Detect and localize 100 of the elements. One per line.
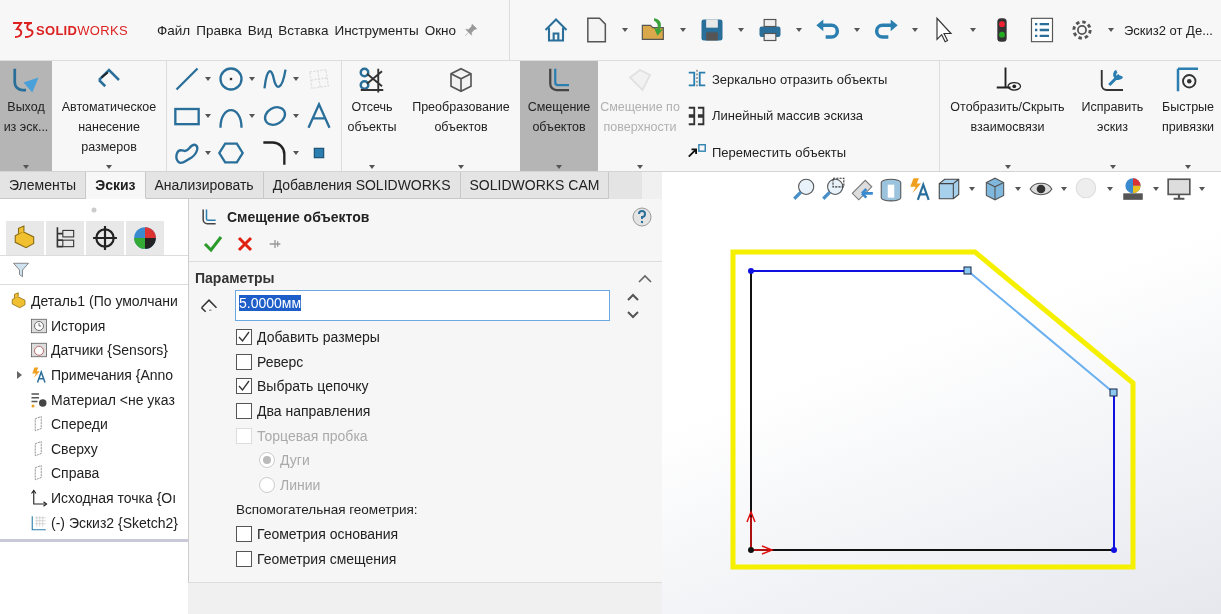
zoom-fit-icon xyxy=(791,176,817,202)
ribbon-tab[interactable]: Эскиз xyxy=(86,172,146,199)
tree-item[interactable]: История xyxy=(26,316,106,335)
caret-icon[interactable] xyxy=(293,77,299,82)
checkbox[interactable]: Два направления xyxy=(236,398,662,424)
checkbox[interactable]: Реверс xyxy=(236,349,662,375)
circle-tool-button[interactable] xyxy=(217,65,245,94)
ribbon-button[interactable]: Исправить эскиз xyxy=(1075,61,1150,171)
tree-item[interactable]: Примечания {Anno xyxy=(26,366,174,385)
ribbon-button[interactable]: Преобразование объектов xyxy=(402,61,520,171)
ribbon-list-item[interactable]: Зеркально отразить объекты xyxy=(686,68,939,91)
tree-item[interactable]: Спереди xyxy=(26,415,108,434)
caret-icon[interactable] xyxy=(1015,187,1021,191)
tree-item[interactable]: Материал <не указ xyxy=(26,390,175,409)
text-tool-button[interactable] xyxy=(305,102,333,130)
caret-icon[interactable] xyxy=(969,187,975,191)
collapse-icon[interactable] xyxy=(638,273,652,283)
ribbon-button[interactable]: Смещение объектов xyxy=(520,61,598,171)
caret-icon[interactable] xyxy=(1004,165,1011,169)
caret-icon[interactable] xyxy=(293,150,299,155)
close-icon[interactable] xyxy=(237,236,253,252)
caret-icon[interactable] xyxy=(205,114,211,118)
menu-item[interactable]: Вид xyxy=(247,22,273,38)
ribbon-list-item[interactable]: Переместить объекты xyxy=(686,141,939,164)
monitor-icon xyxy=(1166,176,1192,202)
tree-item[interactable]: Деталь1 (По умолчани xyxy=(0,289,188,314)
document-title: Эскиз2 от Де... xyxy=(1124,22,1213,38)
caret-icon[interactable] xyxy=(458,165,464,169)
checkbox[interactable]: Добавить размеры xyxy=(236,325,662,350)
caret-icon[interactable] xyxy=(796,28,802,32)
expand-arrow-icon[interactable] xyxy=(16,371,22,380)
sensor-icon xyxy=(30,341,48,360)
splitter-handle[interactable] xyxy=(91,207,97,213)
check-icon xyxy=(237,330,251,345)
group-label: Вспомогательная геометрия: xyxy=(236,500,419,519)
caret-icon[interactable] xyxy=(1153,187,1159,191)
logo-icon xyxy=(12,21,34,39)
crosshair-tab[interactable] xyxy=(86,221,124,255)
check-icon xyxy=(237,379,251,394)
caret-icon[interactable] xyxy=(970,28,976,32)
caret-icon[interactable] xyxy=(738,28,744,32)
section-view-icon xyxy=(878,176,904,202)
tree-item[interactable]: Датчики {Sensors} xyxy=(26,341,169,360)
caret-icon[interactable] xyxy=(106,165,112,169)
tree-item[interactable]: (-) Эскиз2 {Sketch2} xyxy=(26,513,178,532)
caret-icon[interactable] xyxy=(23,165,29,169)
distance-field[interactable]: 5.0000мм xyxy=(235,290,610,321)
zoom-area-icon xyxy=(820,176,846,202)
ribbon-button[interactable]: Автоматическое нанесение размеров xyxy=(52,61,166,171)
filter-icon xyxy=(12,261,30,279)
checkbox[interactable]: Геометрия смещения xyxy=(236,546,662,571)
view-orientation-icon xyxy=(936,176,962,202)
menu-item[interactable]: Файл xyxy=(157,22,191,38)
ribbon-button[interactable]: Быстрые привязки xyxy=(1150,61,1221,171)
fillet-tool-button[interactable] xyxy=(261,138,289,167)
help-icon[interactable] xyxy=(632,207,652,227)
caret-icon[interactable] xyxy=(556,165,562,169)
menu-item[interactable]: Инструменты xyxy=(334,22,419,38)
caret-icon[interactable] xyxy=(1199,187,1205,191)
scene-icon xyxy=(1120,176,1146,202)
caret-icon[interactable] xyxy=(249,114,255,118)
ribbon-button[interactable]: Отобразить/Скрыть взаимосвязи xyxy=(940,61,1075,171)
caret-icon[interactable] xyxy=(1109,165,1116,169)
ribbon-list-item[interactable]: Линейный массив эскиза xyxy=(686,105,939,127)
caret-icon[interactable] xyxy=(854,28,860,32)
checkbox[interactable]: Геометрия основания xyxy=(236,521,662,547)
sphere-tab[interactable] xyxy=(126,221,164,255)
caret-icon[interactable] xyxy=(205,77,211,82)
tree-item[interactable]: Исходная точка {Oı xyxy=(26,489,177,508)
caret-icon[interactable] xyxy=(249,77,255,82)
ribbon-button[interactable]: Отсечь объекты xyxy=(342,61,402,171)
text-icon xyxy=(305,102,333,130)
origin-icon xyxy=(30,489,48,508)
menu-item[interactable]: Окно xyxy=(424,22,456,38)
caret-icon[interactable] xyxy=(1061,187,1067,191)
caret-icon[interactable] xyxy=(680,28,686,32)
tree-tab[interactable] xyxy=(46,221,84,255)
ribbon-button[interactable]: Выход из эск... xyxy=(0,61,52,171)
sketch-icon xyxy=(30,513,48,532)
pin-icon[interactable] xyxy=(464,23,478,37)
confirm-icon[interactable] xyxy=(203,235,223,253)
tree-item[interactable]: Справа xyxy=(26,464,100,483)
sketch-profile[interactable] xyxy=(748,266,1118,553)
tree-item[interactable]: Сверху xyxy=(26,439,98,458)
caret-icon[interactable] xyxy=(1185,165,1191,169)
offset-icon xyxy=(199,207,219,227)
caret-icon[interactable] xyxy=(912,28,918,32)
menu-item[interactable]: Вставка xyxy=(278,22,329,38)
crosshair-icon xyxy=(92,225,118,251)
sphere-icon xyxy=(132,225,158,251)
caret-icon[interactable] xyxy=(293,114,299,118)
caret-icon[interactable] xyxy=(205,150,211,155)
caret-icon[interactable] xyxy=(1107,187,1113,191)
caret-icon[interactable] xyxy=(369,165,375,169)
checkbox[interactable]: Выбрать цепочку xyxy=(236,374,662,399)
menu-item[interactable]: Правка xyxy=(196,22,242,38)
logo-text: SOLIDWORKS xyxy=(36,22,128,38)
caret-icon[interactable] xyxy=(622,28,628,32)
panel-title: Смещение объектов xyxy=(227,209,371,225)
caret-icon[interactable] xyxy=(1108,28,1114,32)
